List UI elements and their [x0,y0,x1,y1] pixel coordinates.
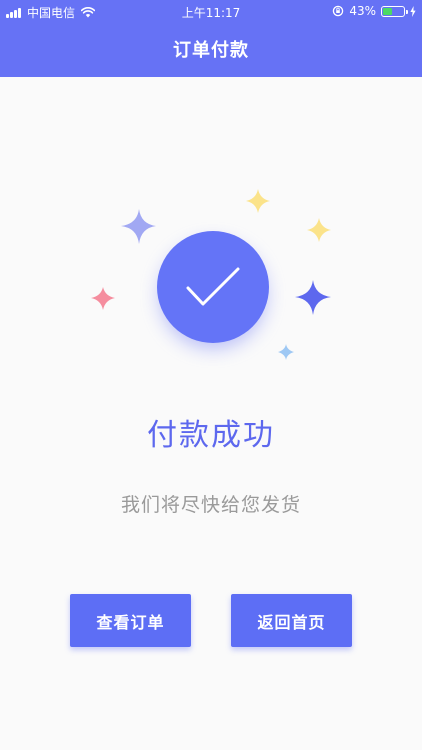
payment-success-title: 付款成功 [147,418,275,453]
battery-icon [381,5,408,17]
app-header: 中国电信 上午11:17 43% 订单付款 [0,0,422,77]
success-illustration [91,189,331,360]
rotation-lock-icon [333,5,344,17]
charging-icon [410,5,416,17]
view-order-button[interactable]: 查看订单 [70,594,191,647]
page-title: 订单付款 [173,40,249,61]
status-bar-right: 43% [332,4,416,18]
checkmark-circle-icon [157,231,269,343]
sparkle-icon [307,218,331,242]
sparkle-icon [295,280,331,315]
battery-percent: 43% [349,4,376,18]
status-bar: 中国电信 上午11:17 43% [0,0,422,22]
battery-level [383,7,392,15]
sparkle-icon [278,344,294,360]
sparkle-icon [246,189,270,213]
back-home-button[interactable]: 返回首页 [231,594,352,647]
sparkle-icon [91,287,115,310]
payment-success-subtitle: 我们将尽快给您发货 [120,494,301,516]
sparkle-icon [121,209,156,244]
